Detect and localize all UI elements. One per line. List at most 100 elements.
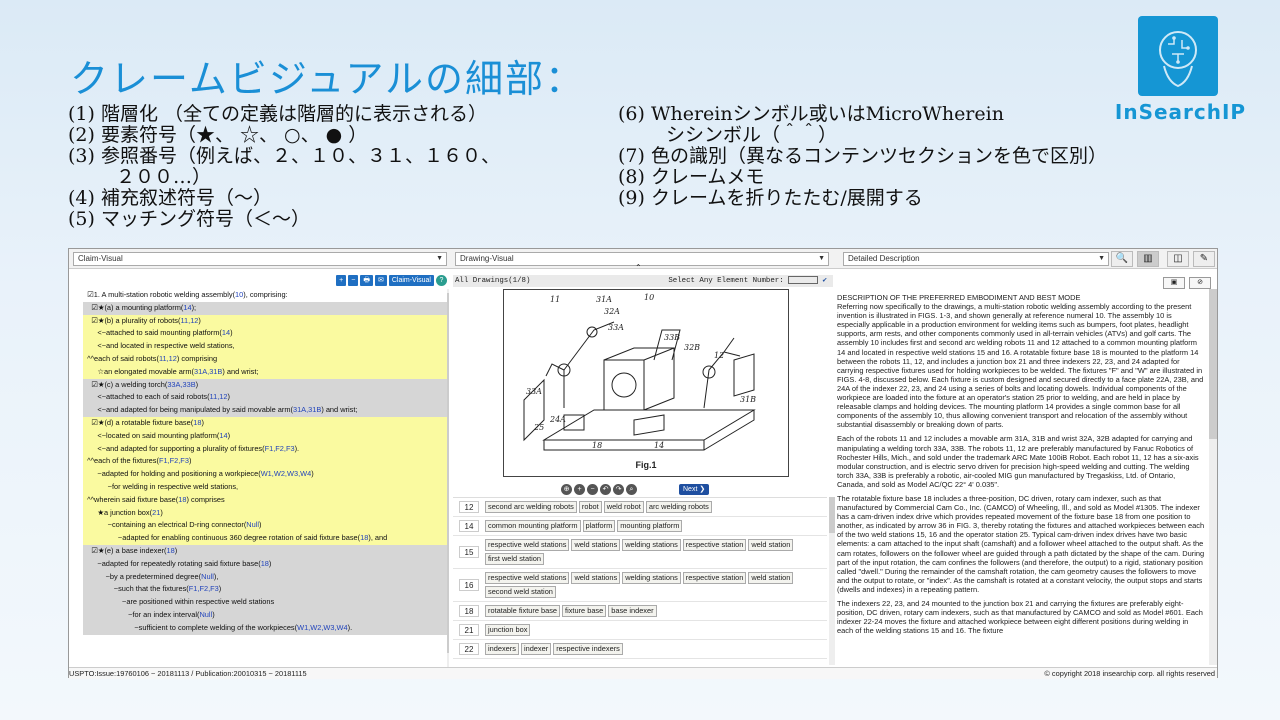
element-term-tag[interactable]: respective station: [682, 572, 747, 584]
zoom-in-icon[interactable]: +: [574, 483, 585, 495]
element-term-tag[interactable]: weld station: [748, 539, 794, 551]
claim-line[interactable]: ☆an elongated movable arm(31A,31B) and w…: [83, 365, 447, 379]
claim-line[interactable]: ^^each of the fixtures(F1,F2,F3): [83, 455, 447, 469]
element-term-tag[interactable]: second arc welding robots: [485, 501, 577, 513]
element-number[interactable]: 21: [459, 624, 479, 636]
element-number[interactable]: 22: [459, 643, 479, 655]
reference-number[interactable]: Null: [246, 520, 259, 529]
collapse-all-button[interactable]: −: [348, 275, 359, 286]
reference-number[interactable]: 14: [222, 328, 230, 337]
reference-number[interactable]: 31A,31B: [293, 405, 321, 414]
three-column-layout-button[interactable]: ▥: [1137, 251, 1159, 267]
memo-button[interactable]: ✉: [374, 275, 387, 286]
element-term-tag[interactable]: indexer: [520, 643, 552, 655]
element-number[interactable]: 18: [459, 605, 479, 617]
claim-line[interactable]: <~and adapted for supporting a plurality…: [83, 442, 447, 456]
element-term-tag[interactable]: platform: [582, 520, 616, 532]
claim-line[interactable]: <~attached to said mounting platform(14): [83, 327, 447, 341]
claim-visual-button[interactable]: Claim-Visual: [388, 275, 434, 286]
reference-number[interactable]: 14: [183, 303, 191, 312]
scrollbar-thumb[interactable]: [447, 293, 449, 653]
reference-number[interactable]: F1,F2,F3: [159, 456, 189, 465]
claim-line[interactable]: ☑★(d) a rotatable fixture base(18): [83, 416, 447, 430]
reference-number[interactable]: 14: [219, 431, 227, 440]
rotate-left-icon[interactable]: ↶: [600, 483, 611, 495]
claim-line[interactable]: ~adapted for holding and positioning a w…: [83, 468, 447, 481]
claim-line[interactable]: ^^wherein said fixture base(18) comprise…: [83, 493, 447, 507]
help-icon[interactable]: ?: [436, 275, 447, 286]
claim-view-select[interactable]: Claim-Visual ▼: [73, 252, 447, 266]
check-icon[interactable]: ✔: [823, 277, 827, 285]
element-term-tag[interactable]: junction box: [485, 624, 531, 636]
drawing-view-select[interactable]: Drawing-Visual ▼: [455, 252, 829, 266]
element-term-tag[interactable]: arc welding robots: [645, 501, 712, 513]
element-term-tag[interactable]: fixture base: [562, 605, 607, 617]
element-number[interactable]: 14: [459, 520, 479, 532]
claim-line[interactable]: ~by a predetermined degree(Null),: [83, 570, 447, 584]
next-drawing-button[interactable]: Next ❯: [679, 483, 710, 495]
reference-number[interactable]: W1,W2,W3,W4: [261, 469, 312, 478]
claim-line[interactable]: ☑★(b) a plurality of robots(11,12): [83, 314, 447, 328]
element-term-tag[interactable]: common mounting platform: [485, 520, 581, 532]
element-term-tag[interactable]: respective station: [682, 539, 747, 551]
element-term-tag[interactable]: respective weld stations: [485, 572, 570, 584]
reference-number[interactable]: 18: [261, 559, 269, 568]
reference-number[interactable]: 31A,31B: [194, 367, 222, 376]
claim-line[interactable]: ☑★(e) a base indexer(18): [83, 544, 447, 558]
claim-line[interactable]: <~and located in respective weld station…: [83, 340, 447, 353]
claim-line[interactable]: ~for welding in respective weld stations…: [83, 480, 447, 494]
scrollbar-thumb[interactable]: [1209, 289, 1217, 439]
element-term-tag[interactable]: welding stations: [622, 572, 681, 584]
claim-line[interactable]: ☑★(a) a mounting platform(14);: [83, 301, 447, 315]
claim-line[interactable]: ~are positioned within respective weld s…: [83, 596, 447, 609]
description-view-select[interactable]: Detailed Description ▼: [843, 252, 1109, 266]
reference-number[interactable]: F1,F2,F3: [189, 584, 219, 593]
magnify-icon[interactable]: ⌕: [626, 483, 637, 495]
patent-drawing[interactable]: 11 31A 10 32A 33A 33B 32B 12 33A 25 24A 18 14 31B…: [503, 289, 789, 477]
claim-line[interactable]: ★a junction box(21): [83, 506, 447, 520]
image-view-icon[interactable]: ▣: [1163, 277, 1185, 289]
print-button[interactable]: 🖶: [360, 275, 373, 286]
reference-number[interactable]: 18: [167, 546, 175, 555]
element-term-tag[interactable]: rotatable fixture base: [485, 605, 561, 617]
claim-line[interactable]: ~adapted for repeatedly rotating said fi…: [83, 557, 447, 571]
reference-number[interactable]: 11,12: [210, 392, 228, 401]
reference-number[interactable]: 11,12: [180, 316, 198, 325]
claim-line[interactable]: <~located on said mounting platform(14): [83, 429, 447, 443]
reference-number[interactable]: 11,12: [159, 354, 177, 363]
claim-line[interactable]: ~such that the fixtures(F1,F2,F3): [83, 583, 447, 597]
element-term-tag[interactable]: first weld station: [485, 553, 544, 565]
element-term-tag[interactable]: indexers: [485, 643, 519, 655]
claim-line[interactable]: ☑1. A multi-station robotic welding asse…: [83, 289, 447, 302]
element-term-tag[interactable]: weld robot: [603, 501, 644, 513]
claim-line[interactable]: <~attached to each of said robots(11,12): [83, 391, 447, 405]
claim-scrollbar[interactable]: [447, 289, 449, 667]
description-scrollbar[interactable]: [1209, 289, 1217, 665]
zoom-out-icon[interactable]: −: [587, 483, 598, 495]
expand-all-button[interactable]: +: [336, 275, 347, 286]
claim-line[interactable]: ☑★(c) a welding torch(33A,33B): [83, 378, 447, 392]
highlight-button[interactable]: ✎: [1193, 251, 1215, 267]
element-number-input[interactable]: [788, 276, 819, 285]
element-number[interactable]: 12: [459, 501, 479, 513]
claim-line[interactable]: ~sufficient to complete welding of the w…: [83, 621, 447, 635]
element-term-tag[interactable]: second weld station: [485, 586, 556, 598]
element-term-tag[interactable]: base indexer: [608, 605, 657, 617]
reference-number[interactable]: Null: [199, 610, 212, 619]
rotate-right-icon[interactable]: ↷: [613, 483, 624, 495]
claim-line[interactable]: ~containing an electrical D-ring connect…: [83, 519, 447, 533]
element-term-tag[interactable]: mounting platform: [617, 520, 683, 532]
search-button[interactable]: 🔍: [1111, 251, 1133, 267]
reference-number[interactable]: 18: [178, 495, 186, 504]
collapse-caret-icon[interactable]: ⌃: [635, 263, 642, 272]
link-toggle-icon[interactable]: ⊘: [1189, 277, 1211, 289]
element-number[interactable]: 15: [459, 546, 479, 558]
claim-line[interactable]: ~for an index interval(Null): [83, 608, 447, 622]
claim-line[interactable]: ~adapted for enabling continuous 360 deg…: [83, 532, 447, 545]
element-number[interactable]: 16: [459, 579, 479, 591]
element-term-tag[interactable]: robot: [578, 501, 602, 513]
reference-number[interactable]: W1,W2,W3,W4: [297, 623, 348, 632]
claim-line[interactable]: ^^each of said robots(11,12) comprising: [83, 352, 447, 366]
reference-number[interactable]: Null: [201, 572, 214, 581]
fit-icon[interactable]: ⊕: [561, 483, 572, 495]
